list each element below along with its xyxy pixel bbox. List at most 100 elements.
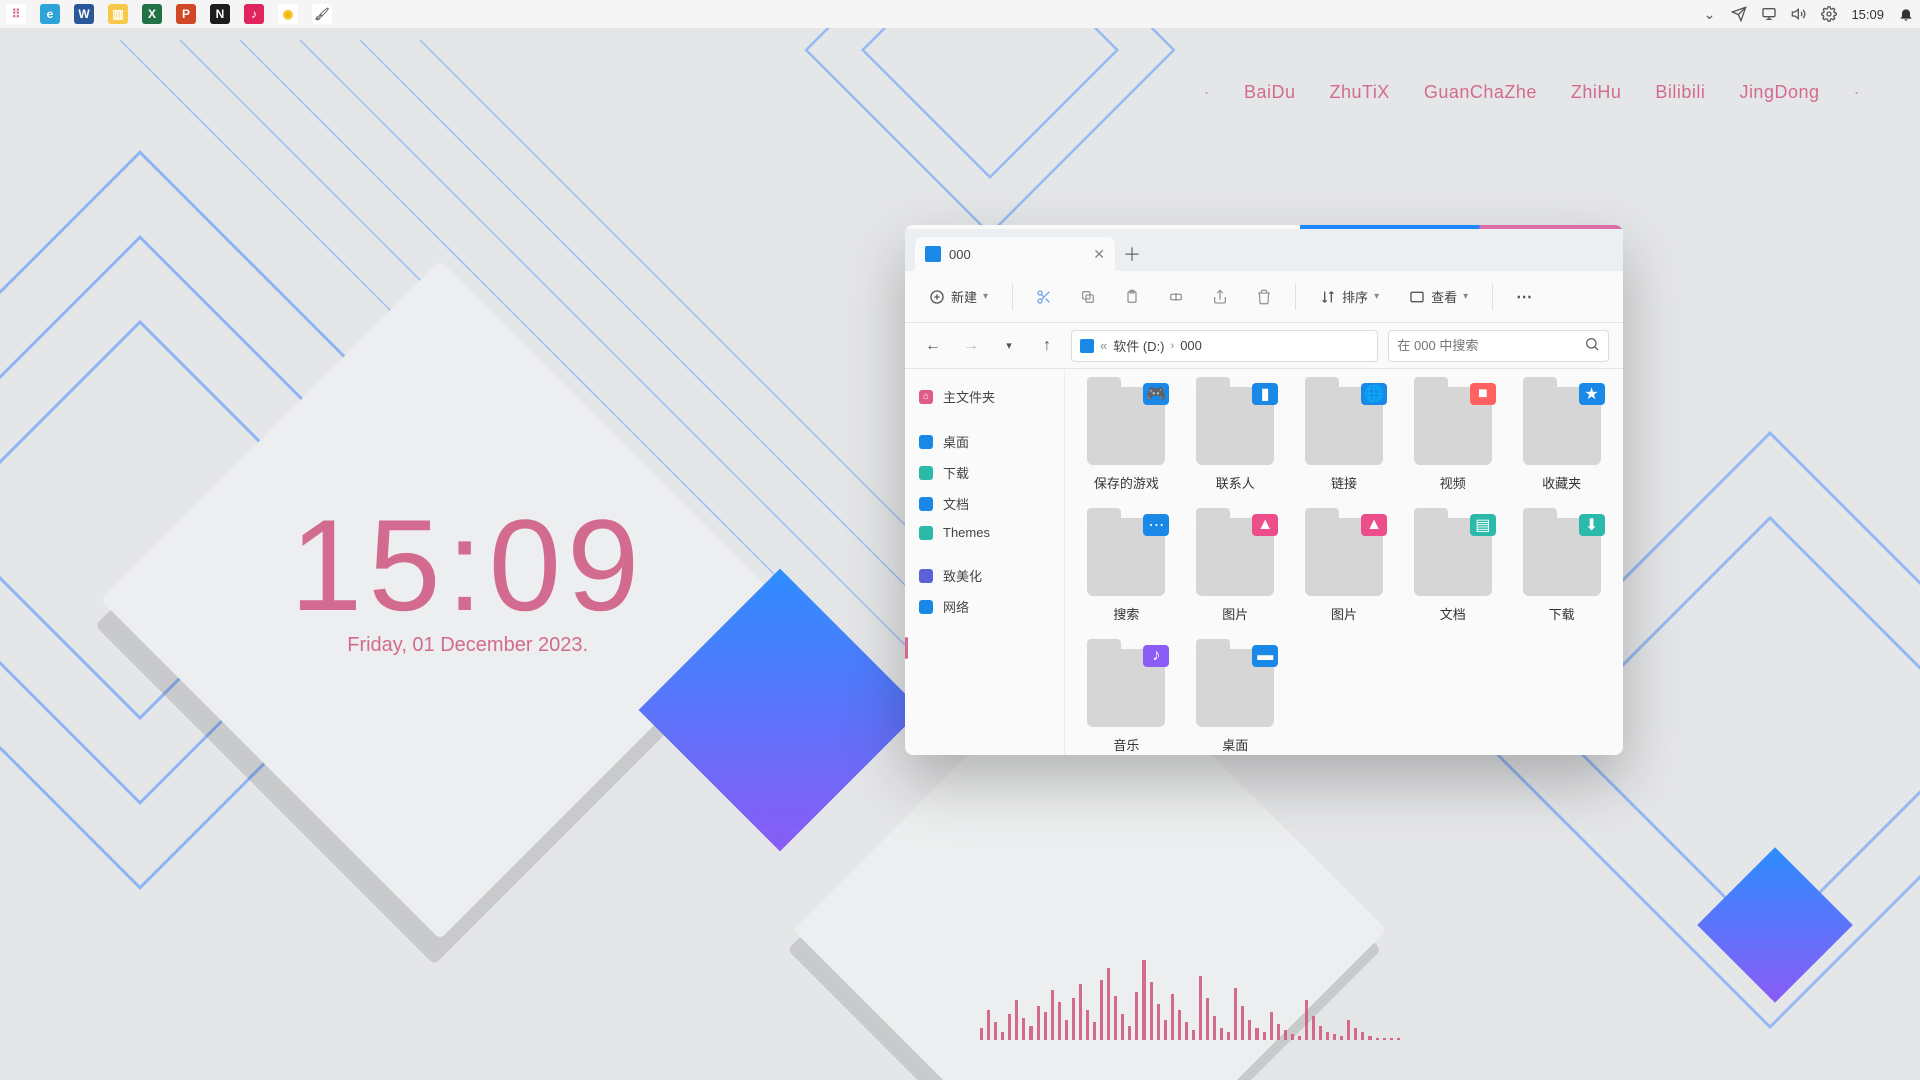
visualizer-bar [1340, 1036, 1343, 1040]
tray-chevron-icon[interactable]: ⌄ [1701, 6, 1717, 22]
folder-badge-icon: ▲ [1252, 514, 1278, 536]
desktop-link[interactable]: ZhuTiX [1329, 82, 1389, 103]
folder-item[interactable]: 🎮保存的游戏 [1085, 387, 1168, 492]
folder-item[interactable]: ■视频 [1411, 387, 1494, 492]
breadcrumb-drive[interactable]: 软件 (D:) [1113, 336, 1164, 355]
rename-button[interactable] [1159, 280, 1193, 314]
visualizer-bar [1199, 976, 1202, 1040]
folder-icon [925, 246, 941, 262]
taskbar-app-start[interactable]: ⠿ [6, 4, 26, 24]
sidebar-item[interactable]: 桌面 [905, 426, 1064, 457]
visualizer-bar [1383, 1038, 1386, 1040]
taskbar-app-excel[interactable]: X [142, 4, 162, 24]
chevron-down-icon: ▾ [983, 291, 988, 302]
visualizer-bar [1044, 1012, 1047, 1040]
desktop-link[interactable]: BaiDu [1244, 82, 1296, 103]
links-separator: · [1854, 82, 1861, 103]
folder-badge-icon: ▲ [1361, 514, 1387, 536]
view-button[interactable]: 查看 ▾ [1399, 281, 1478, 312]
desktop-link[interactable]: Bilibili [1655, 82, 1705, 103]
nav-up-button[interactable]: ↑ [1033, 332, 1061, 360]
tray-clock[interactable]: 15:09 [1851, 7, 1884, 22]
tray-volume-icon[interactable] [1791, 6, 1807, 22]
visualizer-bar [1284, 1030, 1287, 1040]
folder-item[interactable]: ⋯搜索 [1085, 518, 1168, 623]
search-icon[interactable] [1584, 336, 1600, 355]
visualizer-bar [994, 1022, 997, 1040]
tray-settings-icon[interactable] [1821, 6, 1837, 22]
sidebar-item[interactable]: 致美化 [905, 560, 1064, 591]
breadcrumb[interactable]: « 软件 (D:) › 000 [1071, 330, 1378, 362]
search-input[interactable] [1397, 338, 1584, 353]
taskbar-app-chrome[interactable]: ◉ [278, 4, 298, 24]
cut-button[interactable] [1027, 280, 1061, 314]
folder-badge-icon: 🎮 [1143, 383, 1169, 405]
folder-item[interactable]: ▲图片 [1303, 518, 1386, 623]
visualizer-bar [1305, 1000, 1308, 1040]
sidebar-home[interactable]: ⌂ 主文件夹 [905, 381, 1064, 412]
visualizer-bar [1397, 1038, 1400, 1040]
chevron-down-icon: ▾ [1374, 291, 1379, 302]
desktop-link[interactable]: GuanChaZhe [1424, 82, 1537, 103]
desktop-link[interactable]: JingDong [1739, 82, 1819, 103]
folder-item[interactable]: ▬桌面 [1194, 649, 1277, 754]
drive-icon [1080, 339, 1094, 353]
visualizer-bar [1347, 1020, 1350, 1040]
taskbar-app-music[interactable]: ♪ [244, 4, 264, 24]
paste-button[interactable] [1115, 280, 1149, 314]
folder-item[interactable]: ⬇下载 [1520, 518, 1603, 623]
tray-send-icon[interactable] [1731, 6, 1747, 22]
taskbar-app-ppt[interactable]: P [176, 4, 196, 24]
taskbar-app-notion[interactable]: N [210, 4, 230, 24]
breadcrumb-folder[interactable]: 000 [1180, 338, 1202, 353]
taskbar-app-paint[interactable]: 🖌 [312, 4, 332, 24]
visualizer-bar [1333, 1034, 1336, 1040]
explorer-tabbar: 000 ✕ ＋ [905, 229, 1623, 271]
folder-thumb: 🎮 [1087, 387, 1165, 465]
sidebar-item[interactable]: Themes [905, 519, 1064, 546]
nav-back-button[interactable]: ← [919, 332, 947, 360]
visualizer-bar [1241, 1006, 1244, 1040]
tray-notifications-icon[interactable] [1898, 6, 1914, 22]
visualizer-bar [1326, 1032, 1329, 1040]
visualizer-bar [1072, 998, 1075, 1040]
new-tab-button[interactable]: ＋ [1115, 237, 1149, 271]
visualizer-bar [1354, 1028, 1357, 1040]
visualizer-bar [1220, 1028, 1223, 1040]
sidebar-item[interactable]: 下载 [905, 457, 1064, 488]
folder-label: 联系人 [1216, 473, 1255, 492]
explorer-tab[interactable]: 000 ✕ [915, 237, 1115, 271]
sidebar-item-icon [919, 600, 933, 614]
search-box[interactable] [1388, 330, 1609, 362]
folder-item[interactable]: ▮联系人 [1194, 387, 1277, 492]
nav-history-chevron[interactable]: ▾ [995, 332, 1023, 360]
sort-button[interactable]: 排序 ▾ [1310, 281, 1389, 312]
sidebar-item[interactable]: 网络 [905, 591, 1064, 622]
delete-button[interactable] [1247, 280, 1281, 314]
share-button[interactable] [1203, 280, 1237, 314]
visualizer-bar [1114, 996, 1117, 1040]
folder-label: 链接 [1331, 473, 1357, 492]
folder-item[interactable]: ▲图片 [1194, 518, 1277, 623]
sidebar-item-icon [919, 526, 933, 540]
folder-badge-icon: ⋯ [1143, 514, 1169, 536]
nav-forward-button[interactable]: → [957, 332, 985, 360]
taskbar-app-edge[interactable]: e [40, 4, 60, 24]
taskbar-app-word[interactable]: W [74, 4, 94, 24]
new-button[interactable]: 新建 ▾ [919, 281, 998, 312]
more-button[interactable]: ⋯ [1507, 280, 1541, 314]
folder-item[interactable]: ★收藏夹 [1520, 387, 1603, 492]
taskbar-app-files[interactable]: ▥ [108, 4, 128, 24]
desktop-link[interactable]: ZhiHu [1571, 82, 1622, 103]
folder-item[interactable]: ♪音乐 [1085, 649, 1168, 754]
folder-badge-icon: 🌐 [1361, 383, 1387, 405]
copy-button[interactable] [1071, 280, 1105, 314]
visualizer-bar [1361, 1032, 1364, 1040]
folder-item[interactable]: ▤文档 [1411, 518, 1494, 623]
tab-close-icon[interactable]: ✕ [1093, 246, 1105, 263]
visualizer-bar [1015, 1000, 1018, 1040]
sidebar-item[interactable]: 文档 [905, 488, 1064, 519]
tray-monitor-icon[interactable] [1761, 6, 1777, 22]
folder-item[interactable]: 🌐链接 [1303, 387, 1386, 492]
visualizer-bar [1227, 1032, 1230, 1040]
